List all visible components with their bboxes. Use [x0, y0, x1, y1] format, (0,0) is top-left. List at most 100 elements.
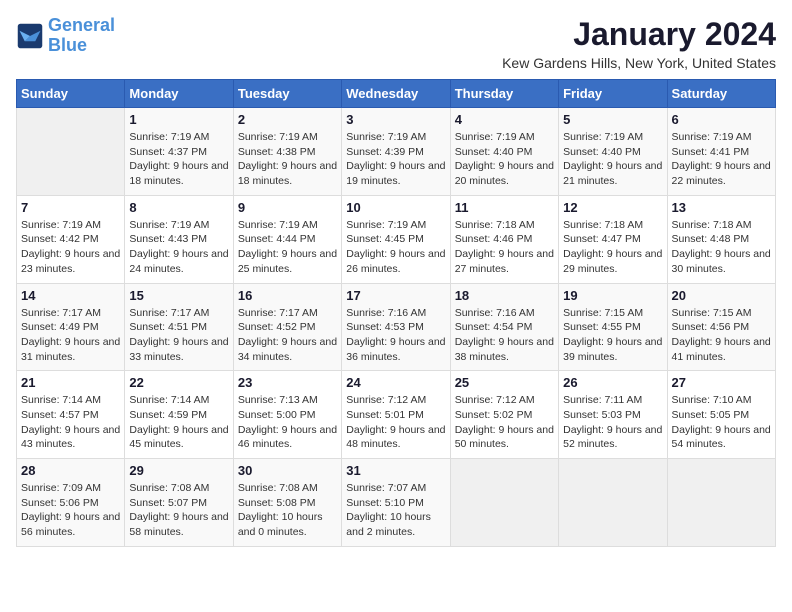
- calendar-header-row: SundayMondayTuesdayWednesdayThursdayFrid…: [17, 80, 776, 108]
- day-number: 9: [238, 200, 337, 215]
- calendar-table: SundayMondayTuesdayWednesdayThursdayFrid…: [16, 79, 776, 547]
- day-info: Sunrise: 7:19 AMSunset: 4:40 PMDaylight:…: [563, 130, 662, 189]
- logo-text: General Blue: [48, 16, 115, 56]
- calendar-cell: 31 Sunrise: 7:07 AMSunset: 5:10 PMDayligh…: [342, 459, 450, 547]
- day-header-monday: Monday: [125, 80, 233, 108]
- day-info: Sunrise: 7:18 AMSunset: 4:48 PMDaylight:…: [672, 218, 771, 277]
- page-header: General Blue January 2024 Kew Gardens Hi…: [16, 16, 776, 71]
- day-header-sunday: Sunday: [17, 80, 125, 108]
- day-info: Sunrise: 7:19 AMSunset: 4:41 PMDaylight:…: [672, 130, 771, 189]
- day-info: Sunrise: 7:17 AMSunset: 4:49 PMDaylight:…: [21, 306, 120, 365]
- day-header-wednesday: Wednesday: [342, 80, 450, 108]
- calendar-cell: 13 Sunrise: 7:18 AMSunset: 4:48 PMDayligh…: [667, 195, 775, 283]
- calendar-cell: 2Sunrise: 7:19 AMSunset: 4:38 PMDaylight…: [233, 108, 341, 196]
- day-info: Sunrise: 7:19 AMSunset: 4:43 PMDaylight:…: [129, 218, 228, 277]
- calendar-cell: 7 Sunrise: 7:19 AMSunset: 4:42 PMDaylight…: [17, 195, 125, 283]
- day-info: Sunrise: 7:12 AMSunset: 5:02 PMDaylight:…: [455, 393, 554, 452]
- day-number: 22: [129, 375, 228, 390]
- day-number: 10: [346, 200, 445, 215]
- day-number: 30: [238, 463, 337, 478]
- calendar-cell: 14 Sunrise: 7:17 AMSunset: 4:49 PMDayligh…: [17, 283, 125, 371]
- calendar-week-row: 1Sunrise: 7:19 AMSunset: 4:37 PMDaylight…: [17, 108, 776, 196]
- day-number: 29: [129, 463, 228, 478]
- calendar-cell: 16Sunrise: 7:17 AMSunset: 4:52 PMDayligh…: [233, 283, 341, 371]
- day-number: 25: [455, 375, 554, 390]
- calendar-cell: 11 Sunrise: 7:18 AMSunset: 4:46 PMDayligh…: [450, 195, 558, 283]
- day-info: Sunrise: 7:15 AMSunset: 4:55 PMDaylight:…: [563, 306, 662, 365]
- day-info: Sunrise: 7:13 AMSunset: 5:00 PMDaylight:…: [238, 393, 337, 452]
- day-info: Sunrise: 7:17 AMSunset: 4:52 PMDaylight:…: [238, 306, 337, 365]
- day-number: 31: [346, 463, 445, 478]
- day-number: 4: [455, 112, 554, 127]
- day-info: Sunrise: 7:19 AMSunset: 4:39 PMDaylight:…: [346, 130, 445, 189]
- day-number: 5: [563, 112, 662, 127]
- day-number: 7: [21, 200, 120, 215]
- day-info: Sunrise: 7:09 AMSunset: 5:06 PMDaylight:…: [21, 481, 120, 540]
- calendar-cell: 23 Sunrise: 7:13 AMSunset: 5:00 PMDayligh…: [233, 371, 341, 459]
- calendar-cell: [17, 108, 125, 196]
- day-info: Sunrise: 7:19 AMSunset: 4:40 PMDaylight:…: [455, 130, 554, 189]
- day-number: 1: [129, 112, 228, 127]
- calendar-cell: [559, 459, 667, 547]
- calendar-cell: 1Sunrise: 7:19 AMSunset: 4:37 PMDaylight…: [125, 108, 233, 196]
- day-number: 3: [346, 112, 445, 127]
- day-number: 14: [21, 288, 120, 303]
- day-info: Sunrise: 7:14 AMSunset: 4:59 PMDaylight:…: [129, 393, 228, 452]
- day-number: 11: [455, 200, 554, 215]
- calendar-cell: 12 Sunrise: 7:18 AMSunset: 4:47 PMDayligh…: [559, 195, 667, 283]
- day-header-tuesday: Tuesday: [233, 80, 341, 108]
- calendar-cell: 5 Sunrise: 7:19 AMSunset: 4:40 PMDaylight…: [559, 108, 667, 196]
- day-number: 6: [672, 112, 771, 127]
- day-number: 24: [346, 375, 445, 390]
- day-header-thursday: Thursday: [450, 80, 558, 108]
- day-info: Sunrise: 7:19 AMSunset: 4:42 PMDaylight:…: [21, 218, 120, 277]
- calendar-cell: 10 Sunrise: 7:19 AMSunset: 4:45 PMDayligh…: [342, 195, 450, 283]
- logo: General Blue: [16, 16, 115, 56]
- day-info: Sunrise: 7:19 AMSunset: 4:38 PMDaylight:…: [238, 130, 337, 189]
- day-info: Sunrise: 7:15 AMSunset: 4:56 PMDaylight:…: [672, 306, 771, 365]
- day-info: Sunrise: 7:19 AMSunset: 4:44 PMDaylight:…: [238, 218, 337, 277]
- calendar-cell: [667, 459, 775, 547]
- calendar-week-row: 21 Sunrise: 7:14 AMSunset: 4:57 PMDayligh…: [17, 371, 776, 459]
- day-info: Sunrise: 7:16 AMSunset: 4:53 PMDaylight:…: [346, 306, 445, 365]
- day-number: 8: [129, 200, 228, 215]
- day-number: 13: [672, 200, 771, 215]
- day-number: 12: [563, 200, 662, 215]
- day-info: Sunrise: 7:07 AMSunset: 5:10 PMDaylight:…: [346, 481, 445, 540]
- day-info: Sunrise: 7:17 AMSunset: 4:51 PMDaylight:…: [129, 306, 228, 365]
- day-info: Sunrise: 7:08 AMSunset: 5:07 PMDaylight:…: [129, 481, 228, 540]
- day-header-friday: Friday: [559, 80, 667, 108]
- location: Kew Gardens Hills, New York, United Stat…: [502, 55, 776, 71]
- day-number: 18: [455, 288, 554, 303]
- calendar-cell: 15Sunrise: 7:17 AMSunset: 4:51 PMDayligh…: [125, 283, 233, 371]
- calendar-cell: 30Sunrise: 7:08 AMSunset: 5:08 PMDayligh…: [233, 459, 341, 547]
- calendar-week-row: 14 Sunrise: 7:17 AMSunset: 4:49 PMDayligh…: [17, 283, 776, 371]
- calendar-cell: 6 Sunrise: 7:19 AMSunset: 4:41 PMDaylight…: [667, 108, 775, 196]
- day-number: 20: [672, 288, 771, 303]
- calendar-cell: 4 Sunrise: 7:19 AMSunset: 4:40 PMDaylight…: [450, 108, 558, 196]
- day-number: 21: [21, 375, 120, 390]
- calendar-cell: 29 Sunrise: 7:08 AMSunset: 5:07 PMDayligh…: [125, 459, 233, 547]
- day-info: Sunrise: 7:19 AMSunset: 4:45 PMDaylight:…: [346, 218, 445, 277]
- day-number: 23: [238, 375, 337, 390]
- calendar-cell: 19Sunrise: 7:15 AMSunset: 4:55 PMDayligh…: [559, 283, 667, 371]
- logo-icon: [16, 22, 44, 50]
- calendar-cell: [450, 459, 558, 547]
- calendar-cell: 22 Sunrise: 7:14 AMSunset: 4:59 PMDayligh…: [125, 371, 233, 459]
- day-info: Sunrise: 7:18 AMSunset: 4:46 PMDaylight:…: [455, 218, 554, 277]
- day-number: 17: [346, 288, 445, 303]
- calendar-cell: 27Sunrise: 7:10 AMSunset: 5:05 PMDayligh…: [667, 371, 775, 459]
- calendar-cell: 3 Sunrise: 7:19 AMSunset: 4:39 PMDaylight…: [342, 108, 450, 196]
- day-number: 26: [563, 375, 662, 390]
- day-info: Sunrise: 7:14 AMSunset: 4:57 PMDaylight:…: [21, 393, 120, 452]
- calendar-cell: 26Sunrise: 7:11 AMSunset: 5:03 PMDayligh…: [559, 371, 667, 459]
- day-info: Sunrise: 7:12 AMSunset: 5:01 PMDaylight:…: [346, 393, 445, 452]
- calendar-cell: 18 Sunrise: 7:16 AMSunset: 4:54 PMDayligh…: [450, 283, 558, 371]
- calendar-cell: 28Sunrise: 7:09 AMSunset: 5:06 PMDayligh…: [17, 459, 125, 547]
- day-info: Sunrise: 7:16 AMSunset: 4:54 PMDaylight:…: [455, 306, 554, 365]
- title-block: January 2024 Kew Gardens Hills, New York…: [502, 16, 776, 71]
- calendar-week-row: 7 Sunrise: 7:19 AMSunset: 4:42 PMDaylight…: [17, 195, 776, 283]
- month-title: January 2024: [502, 16, 776, 53]
- calendar-cell: 24 Sunrise: 7:12 AMSunset: 5:01 PMDayligh…: [342, 371, 450, 459]
- day-info: Sunrise: 7:18 AMSunset: 4:47 PMDaylight:…: [563, 218, 662, 277]
